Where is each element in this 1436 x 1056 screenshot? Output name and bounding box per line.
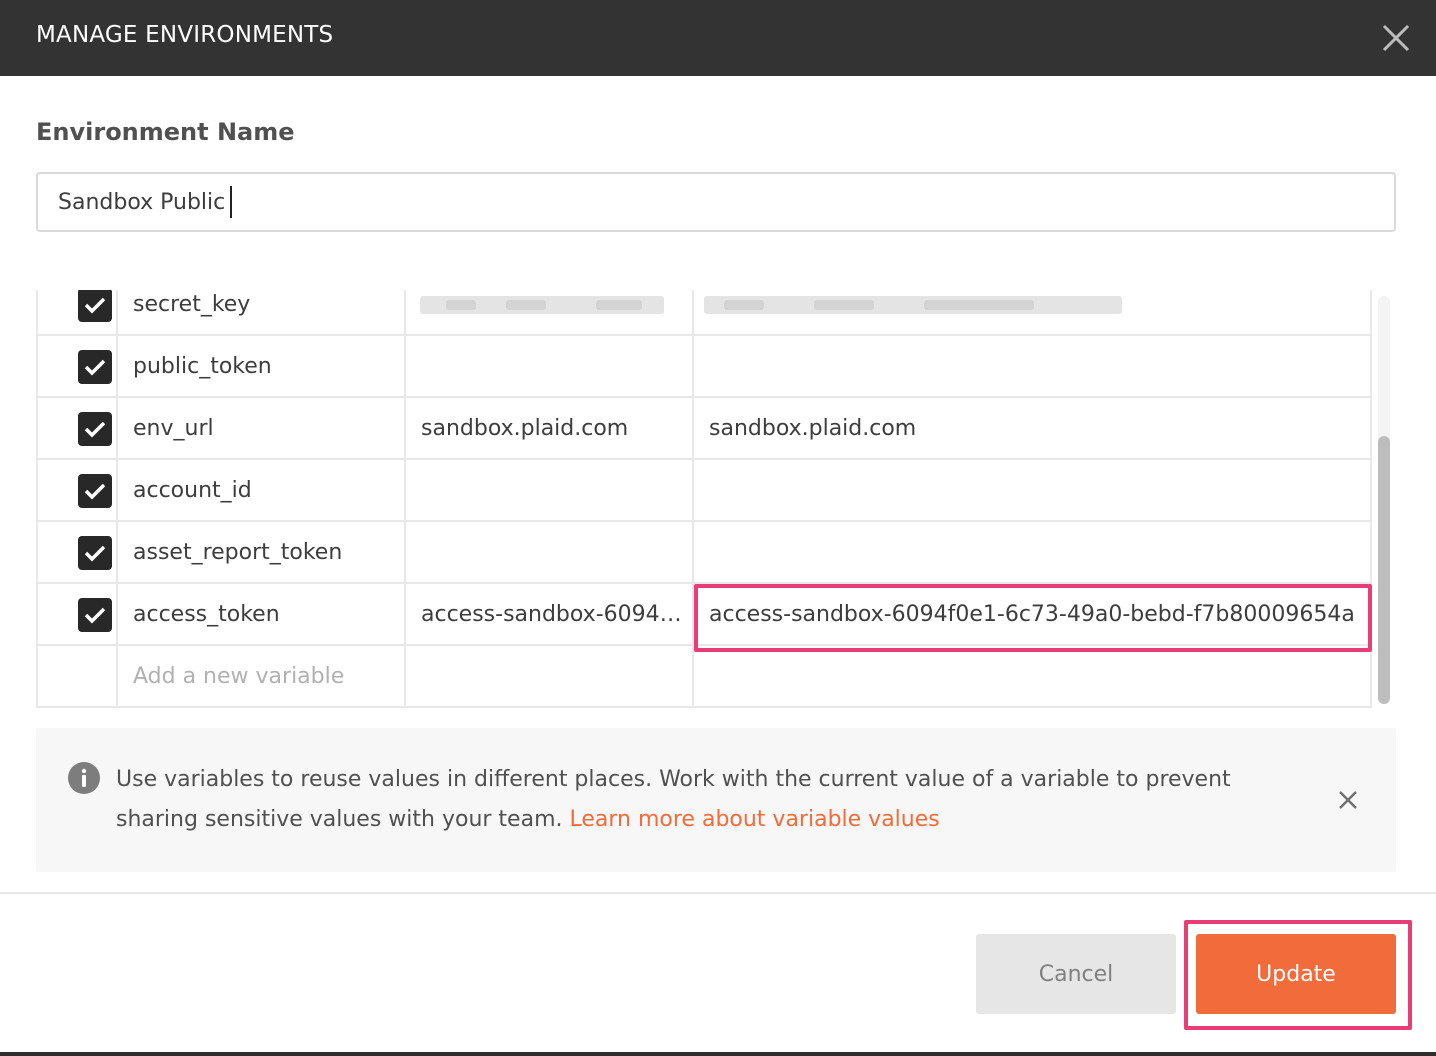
checkmark-icon bbox=[84, 359, 106, 376]
variable-key: asset_report_token bbox=[133, 540, 343, 565]
table-row: public_token bbox=[36, 336, 1372, 398]
redacted-value bbox=[704, 296, 1122, 314]
new-variable-input[interactable]: Add a new variable bbox=[133, 646, 344, 708]
variable-key: secret_key bbox=[133, 292, 251, 317]
footer-divider bbox=[0, 892, 1436, 894]
variable-key: public_token bbox=[133, 354, 272, 379]
checkmark-icon bbox=[84, 545, 106, 562]
variable-initial-value: access-sandbox-6094… bbox=[421, 602, 682, 627]
checkmark-icon bbox=[84, 297, 106, 314]
table-row: env_url sandbox.plaid.com sandbox.plaid.… bbox=[36, 398, 1372, 460]
enable-checkbox[interactable] bbox=[78, 412, 112, 446]
variable-current-value: sandbox.plaid.com bbox=[709, 416, 917, 441]
variable-initial-value: sandbox.plaid.com bbox=[421, 416, 629, 441]
close-icon[interactable] bbox=[1378, 20, 1414, 56]
new-variable-row: Add a new variable bbox=[36, 646, 1372, 708]
variable-current-value: access-sandbox-6094f0e1-6c73-49a0-bebd-f… bbox=[709, 602, 1355, 627]
enable-checkbox[interactable] bbox=[78, 474, 112, 508]
variable-current-value[interactable] bbox=[694, 290, 1372, 336]
table-row: asset_report_token bbox=[36, 522, 1372, 584]
scrollbar-thumb[interactable] bbox=[1378, 436, 1390, 704]
checkmark-icon bbox=[84, 421, 106, 438]
enable-checkbox[interactable] bbox=[78, 350, 112, 384]
variable-key: account_id bbox=[133, 478, 252, 503]
checkmark-icon bbox=[84, 483, 106, 500]
info-banner: Use variables to reuse values in differe… bbox=[36, 728, 1396, 872]
modal-title: MANAGE ENVIRONMENTS bbox=[36, 22, 334, 48]
update-button[interactable]: Update bbox=[1196, 934, 1396, 1014]
enable-checkbox[interactable] bbox=[78, 536, 112, 570]
enable-checkbox[interactable] bbox=[78, 598, 112, 632]
enable-checkbox[interactable] bbox=[78, 290, 112, 322]
table-row: access_token access-sandbox-6094… access… bbox=[36, 584, 1372, 646]
close-icon[interactable] bbox=[1336, 788, 1360, 812]
modal-header: MANAGE ENVIRONMENTS bbox=[0, 0, 1436, 76]
environment-name-input[interactable] bbox=[36, 172, 1396, 232]
variable-initial-value[interactable] bbox=[406, 290, 694, 336]
new-variable-initial-value[interactable] bbox=[406, 646, 694, 708]
table-row: secret_key bbox=[36, 290, 1372, 336]
checkmark-icon bbox=[84, 607, 106, 624]
cancel-button[interactable]: Cancel bbox=[976, 934, 1176, 1014]
variable-key: access_token bbox=[133, 602, 280, 627]
variable-key: env_url bbox=[133, 416, 214, 441]
environment-name-label: Environment Name bbox=[36, 118, 295, 146]
new-variable-current-value[interactable] bbox=[694, 646, 1372, 708]
table-row: account_id bbox=[36, 460, 1372, 522]
text-caret bbox=[230, 186, 232, 218]
variables-table: secret_key public_token env_url sandbox.… bbox=[36, 290, 1372, 708]
info-text: Use variables to reuse values in differe… bbox=[116, 760, 1276, 840]
learn-more-link[interactable]: Learn more about variable values bbox=[570, 807, 940, 832]
info-icon bbox=[68, 762, 100, 794]
window-bottom-edge bbox=[0, 1052, 1436, 1056]
